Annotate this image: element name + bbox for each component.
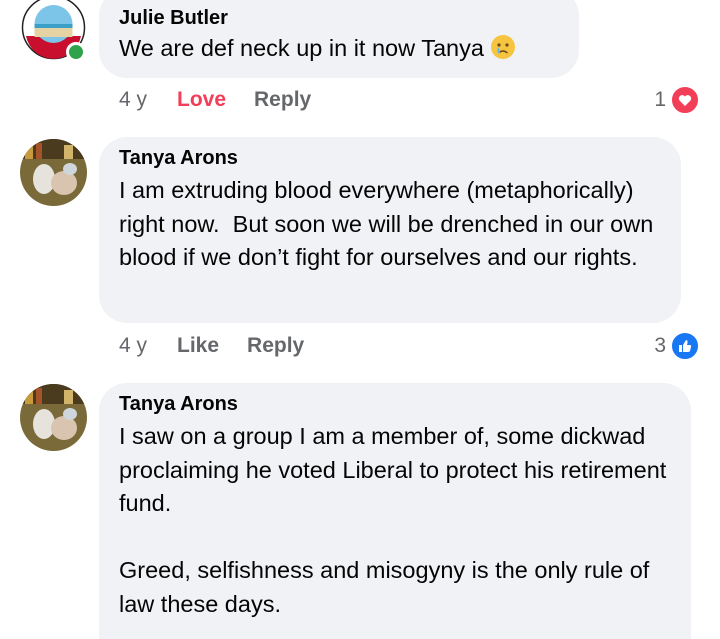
heart-icon xyxy=(670,85,700,115)
timestamp[interactable]: 4 y xyxy=(119,88,177,112)
reaction-count: 1 xyxy=(654,88,666,111)
thumbs-up-icon xyxy=(670,331,700,361)
comment-text: I am extruding blood everywhere (metapho… xyxy=(119,177,660,270)
comment-text: We are def neck up in it now Tanya xyxy=(119,32,559,70)
comment-author[interactable]: Tanya Arons xyxy=(119,146,661,170)
reply-button[interactable]: Reply xyxy=(254,88,311,112)
avatar[interactable] xyxy=(20,384,87,451)
reaction-summary[interactable]: 1 xyxy=(654,85,700,115)
crying-face-emoji xyxy=(490,34,516,70)
online-status-icon xyxy=(66,42,86,62)
love-button[interactable]: Love xyxy=(177,88,226,112)
reaction-summary[interactable]: 3 xyxy=(654,331,700,361)
comment-bubble: Tanya Arons I saw on a group I am a memb… xyxy=(99,383,691,639)
comment-bubble: Julie Butler We are def neck up in it no… xyxy=(99,0,579,78)
comment-author[interactable]: Julie Butler xyxy=(119,6,559,30)
comment-text: I saw on a group I am a member of, some … xyxy=(119,423,667,617)
timestamp[interactable]: 4 y xyxy=(119,334,177,358)
comment-bubble: Tanya Arons I am extruding blood everywh… xyxy=(99,137,681,323)
comment-meta: 4 y Love Reply xyxy=(119,85,339,115)
comment-meta: 4 y Like Reply xyxy=(119,331,332,361)
reaction-count: 3 xyxy=(654,334,666,357)
like-button[interactable]: Like xyxy=(177,334,219,358)
avatar[interactable] xyxy=(20,139,87,206)
reply-button[interactable]: Reply xyxy=(247,334,304,358)
comment-author[interactable]: Tanya Arons xyxy=(119,392,671,416)
